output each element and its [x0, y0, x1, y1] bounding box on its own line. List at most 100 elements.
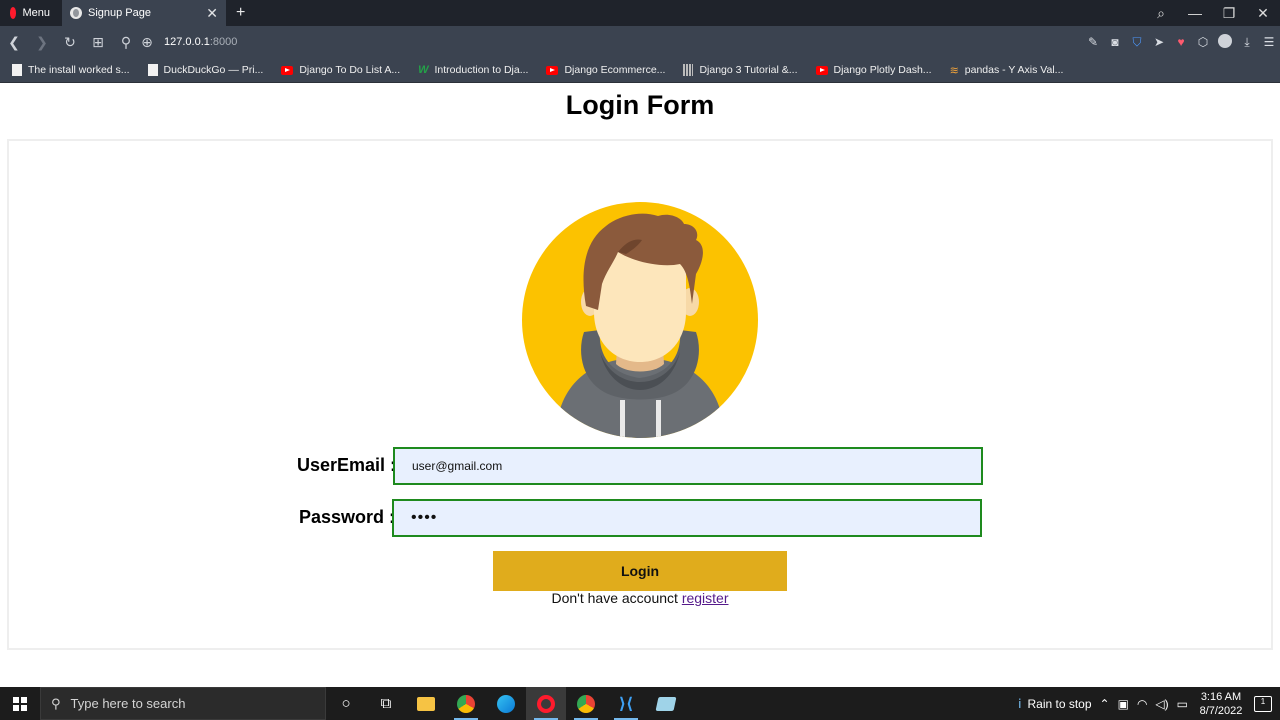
bookmark-label: Django Ecommerce...	[564, 64, 666, 76]
bookmark-label: pandas - Y Axis Val...	[964, 64, 1064, 76]
extensions-icon[interactable]: ⬡	[1192, 35, 1214, 49]
bookmark-item[interactable]: Django To Do List A...	[269, 64, 406, 76]
reload-icon[interactable]: ↻	[56, 34, 84, 51]
shield-icon[interactable]: ⛉	[1126, 35, 1148, 50]
globe-icon	[70, 7, 82, 19]
bookmark-label: Django 3 Tutorial &...	[699, 64, 798, 76]
notepad-icon[interactable]	[646, 687, 686, 720]
profile-icon[interactable]	[1214, 33, 1236, 51]
forward-icon[interactable]: ❯	[28, 34, 56, 51]
bookmark-label: Django To Do List A...	[299, 64, 401, 76]
system-tray: ⅰ Rain to stop ⌃ ▣ ◠ ◁) ▭ 3:16 AM 8/7/20…	[1018, 690, 1280, 718]
clock-time: 3:16 AM	[1200, 690, 1242, 703]
windows-taskbar: ⚲ Type here to search ○ ⧉ ⟩⟨ ⅰ Rain to s…	[0, 687, 1280, 720]
email-label: UserEmail :	[297, 455, 397, 475]
youtube-icon	[281, 65, 294, 75]
site-settings-icon[interactable]: ⚲	[112, 34, 140, 51]
register-prompt: Don't have accounct register	[0, 590, 1280, 606]
bookmark-item[interactable]: DuckDuckGo — Pri...	[136, 64, 270, 76]
clock-date: 8/7/2022	[1199, 704, 1243, 717]
url-field[interactable]: 127.0.0.1:8000	[164, 36, 237, 48]
password-label: Password :	[299, 507, 396, 527]
weather-text: Rain to stop	[1027, 696, 1092, 711]
login-button[interactable]: Login	[493, 551, 787, 591]
rain-icon: ⅰ	[1018, 696, 1022, 711]
opera-icon[interactable]	[526, 687, 566, 720]
email-row: UserEmail :	[297, 446, 983, 485]
send-icon[interactable]: ➤	[1148, 35, 1170, 49]
file-explorer-icon[interactable]	[406, 687, 446, 720]
w-site-icon: W	[418, 64, 429, 76]
weather-widget[interactable]: ⅰ Rain to stop	[1018, 697, 1091, 711]
document-icon	[12, 64, 22, 76]
back-icon[interactable]: ❮	[0, 34, 28, 51]
new-tab-icon[interactable]: +	[236, 4, 245, 22]
edit-icon[interactable]: ✎	[1082, 35, 1104, 49]
user-avatar-image	[522, 202, 758, 438]
bookmark-item[interactable]: Django 3 Tutorial &...	[671, 64, 803, 76]
bookmark-label: DuckDuckGo — Pri...	[163, 64, 264, 76]
youtube-icon	[815, 65, 828, 75]
chrome-icon[interactable]	[446, 687, 486, 720]
close-tab-icon[interactable]: ✕	[206, 5, 218, 22]
address-bar: ❮ ❯ ↻ ⊞ ⚲ ⊕ 127.0.0.1:8000 ✎ ◙ ⛉ ➤ ♥ ⬡ ⤓…	[0, 26, 1280, 58]
bookmark-item[interactable]: W Introduction to Dja...	[406, 64, 534, 76]
menu-label: Menu	[22, 7, 50, 19]
edge-icon[interactable]	[486, 687, 526, 720]
minimize-icon[interactable]: —	[1178, 5, 1212, 21]
document-icon	[147, 64, 158, 76]
wifi-icon[interactable]: ◠	[1137, 697, 1147, 711]
tab-signup-page[interactable]: Signup Page ✕	[62, 0, 226, 26]
download-icon[interactable]: ⤓	[1236, 35, 1258, 50]
bookmark-item[interactable]: ≋ pandas - Y Axis Val...	[938, 64, 1070, 77]
restore-icon[interactable]: ❐	[1212, 5, 1246, 22]
chrome-icon[interactable]	[566, 687, 606, 720]
bookmark-item[interactable]: Django Ecommerce...	[534, 64, 671, 76]
email-field[interactable]	[393, 446, 983, 485]
bookmark-label: Django Plotly Dash...	[833, 64, 932, 76]
youtube-icon	[546, 65, 559, 75]
register-link[interactable]: register	[682, 590, 729, 606]
opera-logo-icon	[10, 7, 17, 19]
taskbar-search-placeholder: Type here to search	[70, 696, 186, 711]
globe-icon: ⊕	[141, 33, 153, 50]
camera-icon[interactable]: ◙	[1104, 35, 1126, 49]
show-hidden-icons-icon[interactable]: ⌃	[1100, 697, 1110, 711]
volume-icon[interactable]: ◁)	[1155, 697, 1168, 711]
page-content: Login Form UserEmail: user@gmail.com Pa…	[0, 84, 1280, 687]
url-port: :8000	[209, 36, 238, 48]
bookmark-item[interactable]: The install worked s...	[0, 64, 136, 76]
browser-tab-bar: Menu Signup Page ✕ + ⌕ — ❐ ✕	[0, 0, 1280, 26]
vscode-icon[interactable]: ⟩⟨	[606, 687, 646, 720]
close-window-icon[interactable]: ✕	[1246, 5, 1280, 22]
search-icon: ⚲	[51, 695, 61, 711]
register-prompt-text: Don't have accounct	[551, 590, 678, 606]
password-field[interactable]	[392, 498, 982, 537]
bookmark-label: The install worked s...	[28, 64, 130, 76]
task-view-icon[interactable]: ⧉	[366, 687, 406, 720]
taskbar-clock[interactable]: 3:16 AM 8/7/2022	[1196, 690, 1246, 718]
password-row: Password :	[299, 498, 982, 537]
bookmark-item[interactable]: Django Plotly Dash...	[804, 64, 938, 76]
site-favicon-icon	[683, 64, 694, 76]
windows-logo-icon	[13, 696, 27, 711]
notification-count: 1	[1260, 696, 1266, 706]
cortana-icon[interactable]: ○	[326, 687, 366, 720]
easy-setup-icon[interactable]: ☰	[1258, 35, 1280, 49]
page-title: Login Form	[565, 90, 715, 120]
user-avatar-icon	[522, 202, 758, 438]
tab-title: Signup Page	[88, 7, 151, 19]
search-tabs-icon[interactable]: ⌕	[1144, 5, 1178, 22]
speed-dial-icon[interactable]: ⊞	[84, 34, 112, 51]
bookmarks-bar: The install worked s... DuckDuckGo — Pri…	[0, 58, 1280, 83]
notification-center-icon[interactable]: 1	[1254, 695, 1272, 712]
heart-icon[interactable]: ♥	[1170, 35, 1192, 49]
start-button[interactable]	[0, 687, 40, 720]
taskbar-search-box[interactable]: ⚲ Type here to search	[40, 687, 326, 720]
stackoverflow-icon: ≋	[949, 64, 959, 77]
meet-now-icon[interactable]: ▣	[1118, 697, 1129, 711]
bookmark-label: Introduction to Dja...	[434, 64, 529, 76]
battery-icon[interactable]: ▭	[1177, 697, 1188, 711]
opera-menu-button[interactable]: Menu	[0, 0, 60, 26]
url-host: 127.0.0.1	[164, 36, 210, 48]
